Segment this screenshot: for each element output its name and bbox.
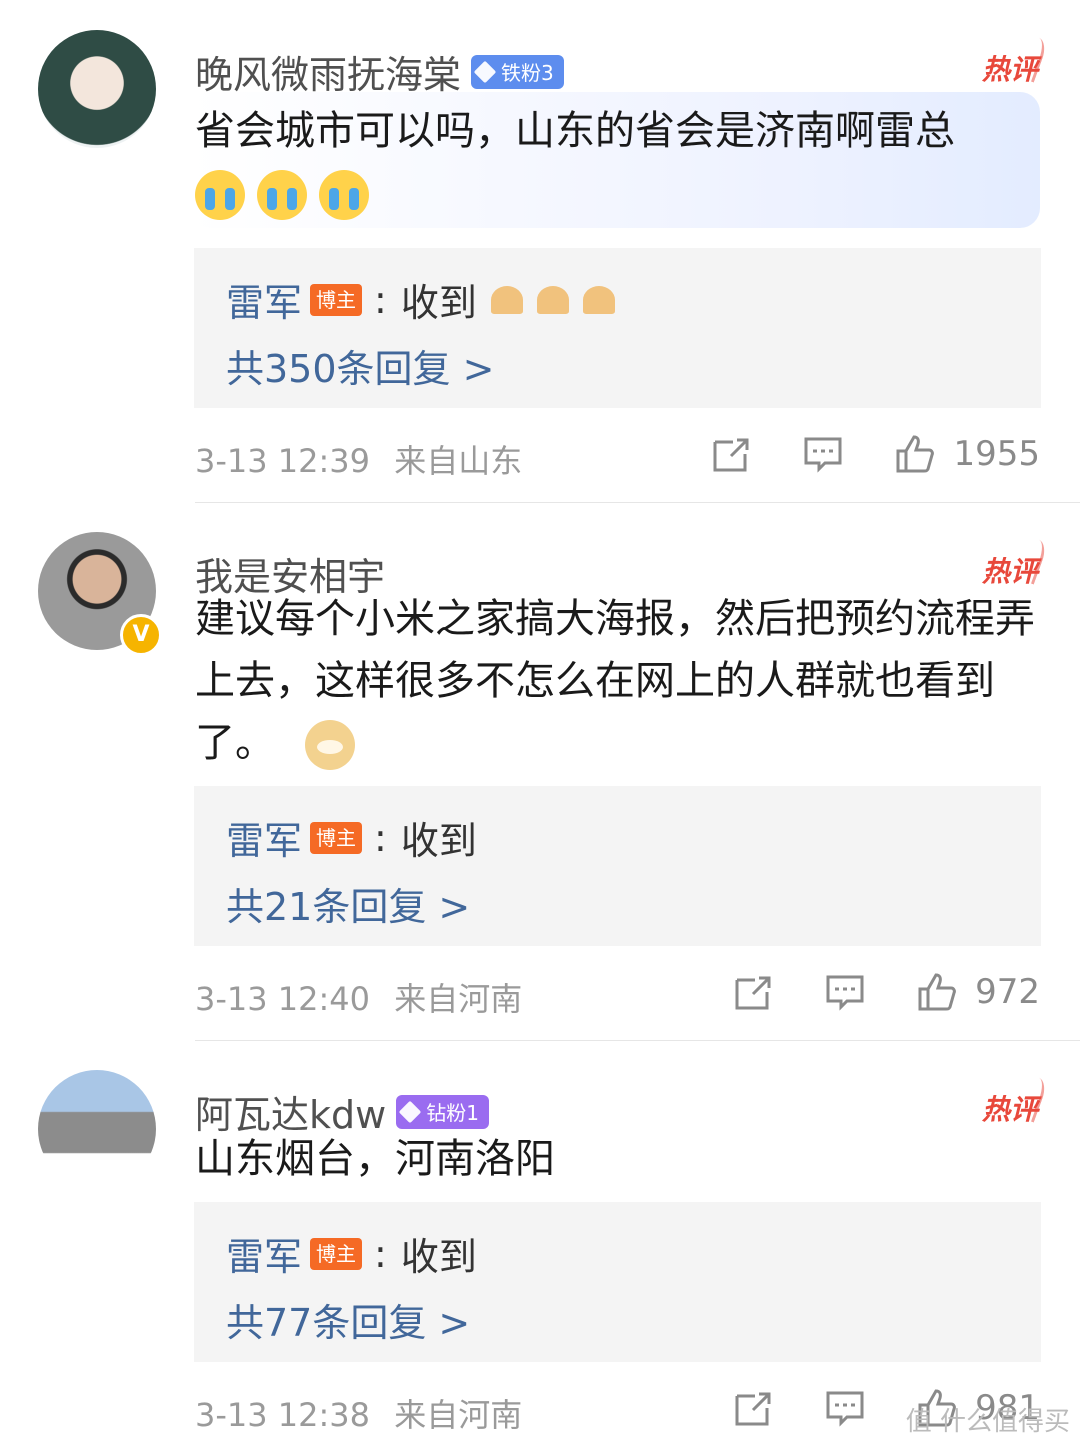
pray-hands-icon [536, 285, 569, 314]
location: 来自山东 [394, 442, 523, 480]
reply-line: 雷军 博主 : 收到 [226, 1226, 477, 1281]
like-icon[interactable] [895, 434, 935, 474]
location: 来自河南 [394, 980, 523, 1018]
blogger-badge: 博主 [310, 283, 363, 316]
reply-author[interactable]: 雷军 [226, 1226, 302, 1281]
fan-badge: 钻粉1 [396, 1094, 489, 1129]
comment-text: 省会城市可以吗，山东的省会是济南啊雷总 [195, 100, 1045, 224]
timestamp: 3-13 12:38 [195, 1396, 371, 1434]
reply-preview[interactable]: 雷军 博主 : 收到 共77条回复 > [194, 1202, 1041, 1362]
share-icon[interactable] [733, 1388, 773, 1428]
view-replies-link[interactable]: 共21条回复 > [226, 876, 470, 931]
diamond-icon [473, 60, 497, 83]
hot-comment-label: 热评 [981, 1093, 1038, 1126]
view-replies-link[interactable]: 共77条回复 > [226, 1292, 470, 1347]
reply-line: 雷军 博主 : 收到 [226, 810, 477, 865]
pray-hands-icon [582, 285, 615, 314]
share-icon[interactable] [711, 434, 751, 474]
comment-meta: 3-13 12:38 来自河南 [195, 1390, 522, 1436]
verified-icon: V [120, 614, 162, 656]
avatar[interactable] [38, 1070, 156, 1188]
comment-actions: 972 [733, 972, 1040, 1012]
diamond-icon [398, 1100, 422, 1123]
comment-meta: 3-13 12:39 来自山东 [195, 436, 522, 482]
reply-author[interactable]: 雷军 [226, 272, 302, 327]
crying-emoji-icon [319, 170, 369, 220]
location: 来自河南 [394, 1396, 523, 1434]
timestamp: 3-13 12:39 [195, 442, 371, 480]
comment-meta: 3-13 12:40 来自河南 [195, 974, 522, 1020]
avatar[interactable] [38, 30, 156, 148]
reply-text: 收到 [400, 1235, 477, 1279]
reply-author[interactable]: 雷军 [226, 810, 302, 865]
divider [195, 502, 1080, 503]
crying-emoji-icon [195, 170, 245, 220]
site-watermark: 值 什么值得买 [905, 1407, 1070, 1437]
timestamp: 3-13 12:40 [195, 980, 371, 1018]
comment-icon[interactable] [825, 1388, 865, 1428]
comment-icon[interactable] [825, 972, 865, 1012]
hot-comment-label: 热评 [981, 555, 1038, 588]
hot-comment-label: 热评 [981, 53, 1038, 86]
comment-icon[interactable] [803, 434, 843, 474]
comment-text: 山东烟台，河南洛阳 [195, 1136, 555, 1182]
divider [195, 1040, 1080, 1041]
reply-text: 收到 [400, 819, 477, 863]
reply-line: 雷军 博主 : 收到 [226, 272, 615, 327]
reply-preview[interactable]: 雷军 博主 : 收到 共21条回复 > [194, 786, 1041, 946]
comment-text: 建议每个小米之家搞大海报，然后把预约流程弄上去，这样很多不怎么在网上的人群就也看… [195, 588, 1045, 774]
like-icon[interactable] [917, 972, 957, 1012]
like-count: 1955 [953, 434, 1040, 474]
reply-preview[interactable]: 雷军 博主 : 收到 共350条回复 > [194, 248, 1041, 408]
share-icon[interactable] [733, 972, 773, 1012]
doge-emoji-icon [305, 720, 355, 770]
crying-emoji-icon [257, 170, 307, 220]
view-replies-link[interactable]: 共350条回复 > [226, 338, 494, 393]
reply-text: 收到 [400, 281, 477, 325]
fan-badge: 铁粉3 [471, 54, 564, 89]
pray-hands-icon [490, 285, 523, 314]
like-count: 972 [975, 972, 1040, 1012]
username[interactable]: 晚风微雨抚海棠 铁粉3 [195, 44, 564, 99]
comment-actions: 1955 [711, 434, 1040, 474]
blogger-badge: 博主 [310, 821, 363, 854]
blogger-badge: 博主 [310, 1237, 363, 1270]
